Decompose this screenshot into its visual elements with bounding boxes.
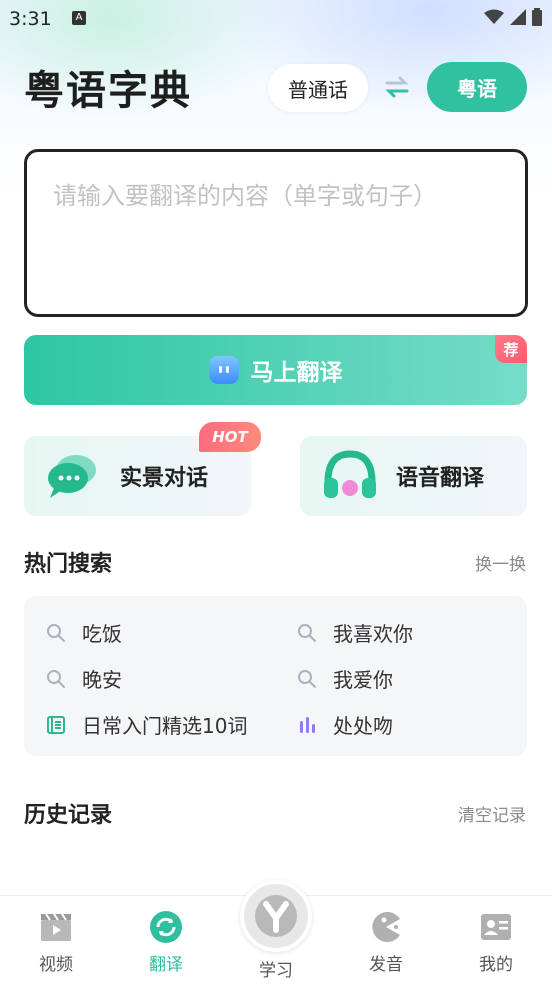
hot-search-item-label: 日常入门精选10词 [82, 714, 248, 738]
y-logo-icon [240, 880, 312, 952]
tab-video-label: 视频 [39, 955, 73, 975]
id-card-icon [479, 910, 513, 944]
translate-input[interactable] [27, 152, 525, 314]
hot-search-item[interactable]: 我喜欢你 [297, 618, 413, 647]
translate-button[interactable]: 马上翻译 荐 [24, 335, 527, 405]
tab-study[interactable]: 学习 [236, 880, 316, 981]
list-book-icon [46, 715, 66, 735]
system-icons [484, 8, 542, 26]
voice-translate-card[interactable]: 语音翻译 [300, 436, 527, 516]
hot-search-item[interactable]: 吃饭 [46, 618, 122, 647]
robot-icon [208, 356, 239, 384]
battery-icon [532, 8, 542, 26]
audio-bars-icon [297, 715, 317, 735]
voice-translate-label: 语音翻译 [396, 466, 485, 491]
hot-search-title: 热门搜索 [24, 552, 113, 577]
translate-button-label: 马上翻译 [250, 360, 343, 386]
tab-mine[interactable]: 我的 [456, 910, 536, 975]
status-bar: 3:31 A [0, 0, 552, 36]
hot-search-item-label: 晚安 [82, 668, 122, 692]
refresh-hot-button[interactable]: 换一换 [475, 550, 526, 575]
source-language-button[interactable]: 普通话 [268, 64, 368, 112]
signal-icon [510, 9, 526, 25]
wifi-icon [484, 9, 504, 24]
scene-dialog-label: 实景对话 [120, 466, 209, 491]
tab-pronounce[interactable]: 发音 [346, 910, 426, 975]
hot-search-item-label: 我爱你 [333, 668, 393, 692]
tab-pronounce-label: 发音 [369, 955, 403, 975]
hot-search-item-label: 我喜欢你 [333, 622, 413, 646]
hot-search-item[interactable]: 处处吻 [297, 710, 393, 739]
target-language-button[interactable]: 粤语 [427, 62, 527, 112]
tab-study-label: 学习 [259, 961, 293, 981]
search-icon [297, 623, 317, 643]
hot-search-item-label: 吃饭 [82, 622, 122, 646]
clear-history-button[interactable]: 清空记录 [458, 801, 526, 826]
hot-search-panel: 吃饭 我喜欢你 晚安 我爱你 日常入门精选10词 处处吻 [24, 596, 527, 756]
pacman-pronounce-icon [369, 910, 403, 944]
hot-search-item-label: 处处吻 [333, 714, 393, 738]
headphones-icon [320, 448, 380, 504]
status-time: 3:31 [9, 8, 52, 30]
chat-bubble-icon [44, 448, 104, 504]
history-title: 历史记录 [24, 803, 113, 828]
hot-search-item[interactable]: 我爱你 [297, 664, 393, 693]
swap-languages-icon[interactable] [384, 74, 410, 100]
notification-a-icon: A [72, 11, 86, 25]
hot-search-item[interactable]: 晚安 [46, 664, 122, 693]
video-clapper-icon [39, 910, 73, 944]
app-title: 粤语字典 [24, 68, 192, 114]
hot-badge: HOT [199, 422, 261, 452]
search-icon [46, 669, 66, 689]
hot-search-item[interactable]: 日常入门精选10词 [46, 710, 247, 739]
tab-translate-label: 翻译 [149, 955, 183, 975]
translate-input-box[interactable] [24, 149, 528, 317]
search-icon [46, 623, 66, 643]
search-icon [297, 669, 317, 689]
tab-video[interactable]: 视频 [16, 910, 96, 975]
recommend-badge: 荐 [495, 335, 527, 363]
refresh-translate-icon [149, 910, 183, 944]
tab-translate[interactable]: 翻译 [126, 910, 206, 975]
tab-mine-label: 我的 [479, 955, 513, 975]
